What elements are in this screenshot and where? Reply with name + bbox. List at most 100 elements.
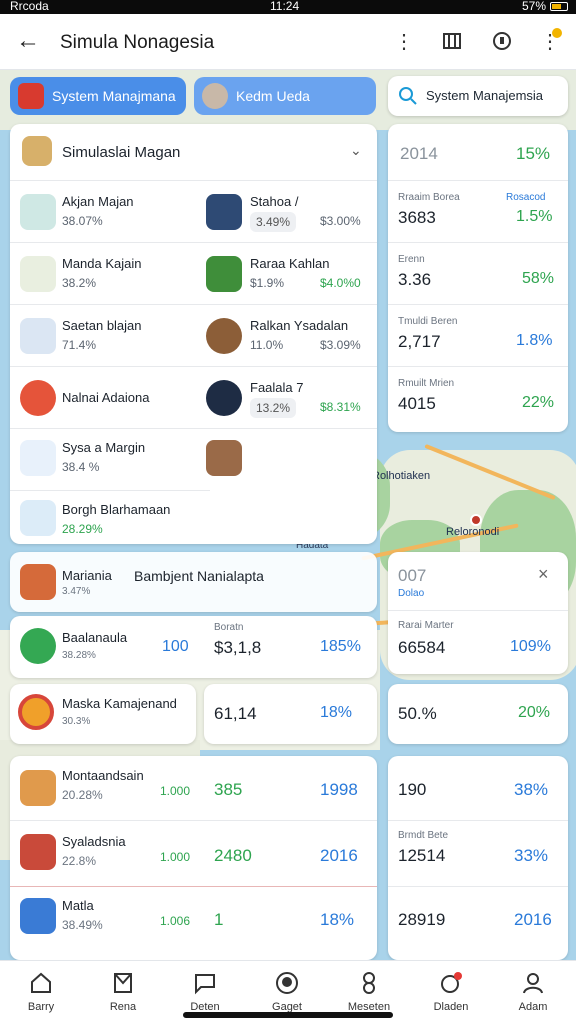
item-mid-label: Boratn bbox=[214, 622, 244, 633]
home-icon bbox=[31, 972, 51, 993]
stats-value: 2,717 bbox=[398, 332, 441, 351]
item-name: Akjan Majan bbox=[62, 194, 134, 209]
item-value: $3.00% bbox=[320, 214, 361, 228]
stats-year: 2014 bbox=[400, 144, 438, 163]
alarm-icon bbox=[441, 972, 462, 993]
eight-icon bbox=[363, 972, 375, 994]
stats-pct: 22% bbox=[522, 394, 555, 411]
item-name: Maska Kamajenand bbox=[62, 696, 177, 711]
stats-value: 28919 bbox=[398, 910, 446, 929]
item-value: $4.0%0 bbox=[320, 276, 361, 290]
stats-pct: 58% bbox=[522, 270, 555, 287]
settings-icon[interactable] bbox=[490, 30, 514, 54]
item-name: Montaandsain bbox=[62, 768, 144, 783]
nav-item-home[interactable]: Barry bbox=[0, 961, 82, 1024]
tower-icon bbox=[20, 564, 56, 600]
item-tag: Bambjent Nanialapta bbox=[134, 568, 264, 584]
stats-pct: 38% bbox=[514, 780, 549, 799]
back-arrow-icon[interactable]: ← bbox=[16, 28, 42, 54]
stats-pct: 33% bbox=[514, 846, 549, 865]
item-name: Syaladsnia bbox=[62, 834, 126, 849]
room-icon bbox=[206, 318, 242, 354]
search-box[interactable]: System Manajemsia bbox=[388, 76, 568, 116]
stats-label: Rmuilt Mrien bbox=[398, 378, 455, 389]
item-v1: 1 bbox=[214, 910, 224, 929]
item-name: Mariania bbox=[62, 568, 112, 583]
item-name: Sysa a Margin bbox=[62, 440, 146, 455]
pill-user[interactable]: Kedm Ueda bbox=[194, 77, 376, 115]
donut-chart-icon bbox=[18, 694, 54, 730]
list-item[interactable]: Maska Kamajenand 30.3% bbox=[10, 684, 196, 744]
stats-label: Brmdt Bete bbox=[398, 830, 449, 841]
avatar bbox=[202, 83, 228, 109]
summary-pct: 18% bbox=[320, 704, 353, 721]
simulation-panel: Simulaslai Magan ⌄ Akjan Majan 38.07% St… bbox=[10, 124, 377, 544]
stats-pct: 2016 bbox=[514, 910, 552, 929]
stats-value: 3683 bbox=[398, 208, 436, 227]
pill-system[interactable]: System Manajmana bbox=[10, 77, 186, 115]
list-item[interactable]: Mariania 3.47% Bambjent Nanialapta bbox=[10, 552, 377, 612]
stats-label-link[interactable]: Rosacod bbox=[506, 192, 545, 203]
item-pct: 22.8% bbox=[62, 854, 97, 868]
detail-value: 66584 bbox=[398, 638, 446, 657]
stats-pct: 1.5% bbox=[516, 208, 553, 225]
nav-label: Adam bbox=[518, 1001, 548, 1013]
item-num: 100 bbox=[162, 638, 189, 655]
building-icon bbox=[20, 770, 56, 806]
more-vertical-icon[interactable]: ⋮ bbox=[392, 30, 416, 54]
summary-card: 50.% 20% bbox=[388, 684, 568, 744]
nav-item-person[interactable]: Adam bbox=[492, 961, 574, 1024]
stats-value: 3.36 bbox=[398, 270, 432, 289]
item-name: Baalanaula bbox=[62, 630, 128, 645]
nav-label: Rena bbox=[109, 1001, 137, 1013]
battery-icon bbox=[550, 2, 568, 11]
status-time: 11:24 bbox=[270, 0, 300, 13]
stats-pct: 1.8% bbox=[516, 332, 553, 349]
map-label-city: Rolhotiaken bbox=[372, 470, 431, 482]
detail-label: Rarai Marter bbox=[398, 620, 454, 631]
stats-value: 4015 bbox=[398, 394, 436, 413]
building-icon bbox=[206, 194, 242, 230]
map-label-city: Reloronodi bbox=[446, 526, 500, 538]
map-pin-icon[interactable] bbox=[470, 514, 482, 526]
nav-label: Barry bbox=[27, 1001, 55, 1013]
item-pct: 13.2% bbox=[250, 398, 297, 418]
nav-item-alarm[interactable]: Dladen bbox=[410, 961, 492, 1024]
item-pct2: 185% bbox=[320, 638, 361, 655]
nav-item-book[interactable]: Rena bbox=[82, 961, 164, 1024]
search-icon bbox=[399, 87, 417, 105]
shield-icon bbox=[18, 83, 44, 109]
item-pct: 71.4% bbox=[62, 338, 97, 352]
status-bar: Rrcoda 11:24 57% bbox=[0, 0, 576, 14]
stats-label: Tmuldi Beren bbox=[398, 316, 458, 327]
nav-label: Dladen bbox=[433, 1001, 469, 1013]
chevron-down-icon[interactable]: ⌄ bbox=[350, 142, 362, 159]
item-name: Borgh Blarhamaan bbox=[62, 502, 171, 517]
home-indicator[interactable] bbox=[183, 1012, 393, 1018]
item-pct: 11.0% bbox=[250, 338, 284, 352]
item-value: $8.31% bbox=[320, 400, 361, 414]
map-region-icon bbox=[20, 318, 56, 354]
item-name: Matla bbox=[62, 898, 94, 913]
building-icon bbox=[22, 136, 52, 166]
item-v1: 385 bbox=[214, 780, 243, 799]
status-battery-text: 57% bbox=[521, 0, 546, 13]
stats-label: Erenn bbox=[398, 254, 425, 265]
summary-pct: 20% bbox=[518, 704, 551, 721]
list-item[interactable]: Baalanaula 38.28% 100 Boratn $3,1,8 185% bbox=[10, 616, 377, 678]
close-icon[interactable]: × bbox=[538, 564, 549, 585]
item-name: Faalala 7 bbox=[250, 380, 304, 395]
person-icon bbox=[523, 973, 543, 994]
item-v2: 18% bbox=[320, 910, 355, 929]
item-pct: $1.9% bbox=[250, 276, 285, 290]
summary-card: 61,14 18% bbox=[204, 684, 377, 744]
refresh-icon bbox=[20, 628, 56, 664]
detail-subtitle: Dolao bbox=[398, 588, 425, 599]
item-value: $3.09% bbox=[320, 338, 361, 352]
search-label: System Manajemsia bbox=[426, 88, 544, 103]
stats-panel: 2014 15% Rraaim Borea Rosacod 3683 1.5% … bbox=[388, 124, 568, 432]
summary-value: 50.% bbox=[398, 704, 437, 723]
item-pct: 20.28% bbox=[62, 788, 103, 802]
bookmark-icon[interactable] bbox=[440, 30, 464, 54]
bottom-list: Montaandsain 20.28% 1.000 385 1998 Syala… bbox=[10, 756, 377, 960]
